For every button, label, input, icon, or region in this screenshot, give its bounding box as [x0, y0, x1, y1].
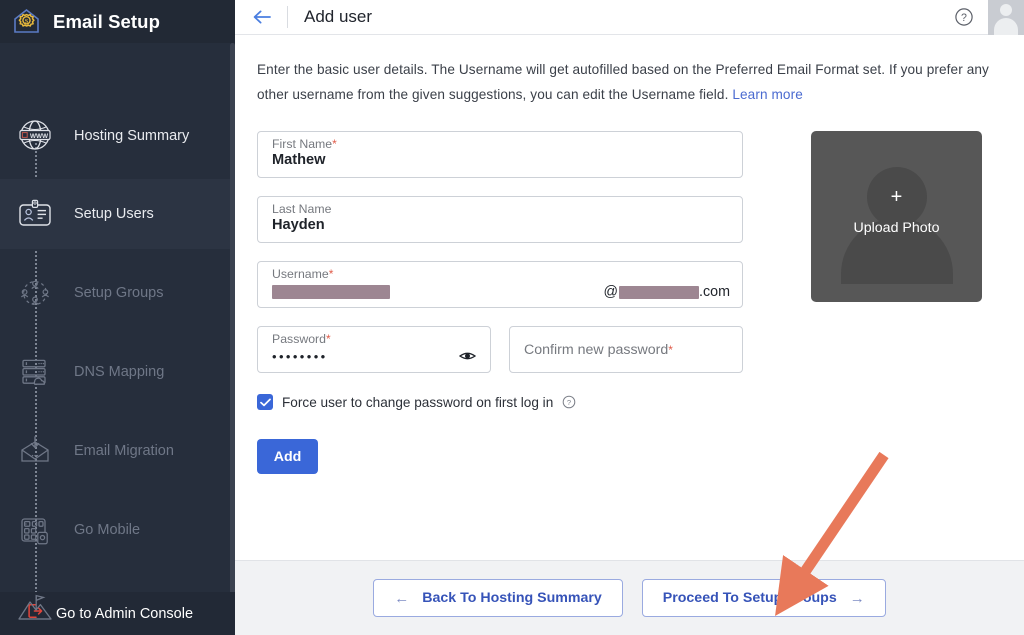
svg-text:?: ?	[961, 12, 967, 24]
sidebar-item-email-migration[interactable]: Email Migration	[0, 416, 231, 486]
username-redacted-value	[272, 285, 390, 299]
confirm-password-placeholder: Confirm new password*	[524, 342, 730, 358]
password-row: Password* •••••••• Confirm new password*	[257, 326, 743, 391]
username-label: Username*	[272, 267, 730, 281]
app-root: S Email Setup WWW Hosting Summary Setup …	[0, 0, 1024, 635]
domain-redacted	[619, 285, 700, 299]
add-user-form: First Name* Mathew Last Name Hayden User…	[257, 131, 1024, 474]
force-change-password-checkbox[interactable]	[257, 394, 273, 410]
sidebar-item-label: Email Migration	[74, 443, 174, 459]
required-marker: *	[328, 267, 334, 281]
password-label-text: Password	[272, 332, 326, 346]
svg-text:S: S	[25, 18, 29, 25]
description-text: Enter the basic user details. The Userna…	[257, 62, 989, 102]
proceed-button-label: Proceed To Setup Groups	[662, 590, 837, 606]
last-name-field[interactable]: Last Name Hayden	[257, 196, 743, 243]
home-gear-logo-icon: S	[11, 6, 42, 37]
last-name-value: Hayden	[272, 217, 325, 233]
required-marker: *	[668, 343, 673, 357]
password-field[interactable]: Password* ••••••••	[257, 326, 491, 373]
add-user-submit-button[interactable]: Add	[257, 439, 318, 474]
sidebar-brand-label: Email Setup	[53, 10, 160, 32]
form-fields-column: First Name* Mathew Last Name Hayden User…	[257, 131, 743, 474]
mobile-devices-icon	[12, 507, 58, 553]
main-panel: Add user ? Enter the basic user details.…	[235, 0, 1024, 635]
username-value-row: @ .com	[272, 284, 730, 300]
wizard-footer: ← Back To Hosting Summary Proceed To Set…	[235, 560, 1024, 635]
required-marker: *	[332, 137, 337, 151]
sidebar-item-hosting-summary[interactable]: WWW Hosting Summary	[0, 101, 231, 171]
sidebar-item-label: Setup Groups	[74, 285, 164, 301]
force-change-password-row[interactable]: Force user to change password on first l…	[257, 394, 743, 410]
globe-www-icon: WWW	[12, 113, 58, 159]
password-label: Password*	[272, 332, 478, 346]
svg-text:?: ?	[567, 398, 571, 407]
at-symbol: @	[603, 284, 619, 300]
sidebar-item-setup-users[interactable]: Setup Users	[0, 179, 231, 249]
sidebar-item-setup-groups[interactable]: Setup Groups	[0, 258, 231, 328]
sidebar-item-label: Go Mobile	[74, 522, 141, 538]
first-name-value: Mathew	[272, 152, 326, 168]
help-circle-small-icon[interactable]: ?	[562, 395, 576, 409]
envelope-download-icon	[12, 428, 58, 474]
confirm-password-label-text: Confirm new password	[524, 342, 669, 358]
required-marker: *	[326, 332, 331, 346]
username-label-text: Username	[272, 267, 329, 281]
id-card-user-icon	[12, 191, 58, 237]
domain-suffix: .com	[699, 284, 730, 300]
upload-plus-icon: +	[890, 186, 903, 208]
topbar-divider	[287, 6, 288, 28]
page-topbar: Add user ?	[235, 0, 1024, 35]
page-description: Enter the basic user details. The Userna…	[257, 57, 1024, 107]
username-field[interactable]: Username* @ .com	[257, 261, 743, 308]
sidebar-item-dns-mapping[interactable]: DNS Mapping	[0, 337, 231, 407]
upload-photo-label: Upload Photo	[853, 220, 940, 236]
sidebar-steps-list: WWW Hosting Summary Setup Users Setup Gr…	[0, 43, 235, 635]
first-name-label: First Name*	[272, 137, 730, 151]
go-to-admin-console-label: Go to Admin Console	[56, 605, 194, 622]
mountain-flag-icon	[12, 586, 58, 632]
topbar-actions: ?	[954, 0, 1024, 35]
back-arrow-icon[interactable]	[249, 4, 275, 30]
password-value: ••••••••	[272, 349, 328, 364]
eye-icon[interactable]	[458, 349, 477, 367]
sidebar-item-go-mobile[interactable]: Go Mobile	[0, 495, 231, 565]
last-name-label: Last Name	[272, 202, 332, 216]
sidebar-item-label: Hosting Summary	[74, 128, 190, 144]
confirm-password-field[interactable]: Confirm new password*	[509, 326, 743, 373]
server-cloud-icon	[12, 349, 58, 395]
svg-text:WWW: WWW	[30, 133, 49, 140]
username-domain: @ .com	[604, 284, 731, 300]
first-name-field[interactable]: First Name* Mathew	[257, 131, 743, 178]
force-change-password-label: Force user to change password on first l…	[282, 394, 554, 410]
proceed-to-setup-groups-button[interactable]: Proceed To Setup Groups →	[641, 579, 886, 617]
arrow-right-icon: →	[849, 589, 865, 607]
user-group-network-icon	[12, 270, 58, 316]
page-title: Add user	[304, 7, 373, 26]
user-avatar-placeholder[interactable]	[988, 0, 1024, 35]
sidebar-item-label: DNS Mapping	[74, 364, 165, 380]
sidebar: S Email Setup WWW Hosting Summary Setup …	[0, 0, 235, 635]
back-button-label: Back To Hosting Summary	[422, 590, 602, 606]
sidebar-brand-header: S Email Setup	[0, 0, 235, 43]
sidebar-item-label: Setup Users	[74, 206, 154, 222]
back-to-hosting-summary-button[interactable]: ← Back To Hosting Summary	[373, 579, 623, 617]
upload-photo-box[interactable]: + Upload Photo	[811, 131, 982, 302]
first-name-label-text: First Name	[272, 137, 333, 151]
arrow-left-icon: ←	[394, 589, 410, 607]
page-content: Enter the basic user details. The Userna…	[235, 35, 1024, 560]
help-circle-icon[interactable]: ?	[954, 7, 974, 27]
learn-more-link[interactable]: Learn more	[732, 87, 803, 102]
